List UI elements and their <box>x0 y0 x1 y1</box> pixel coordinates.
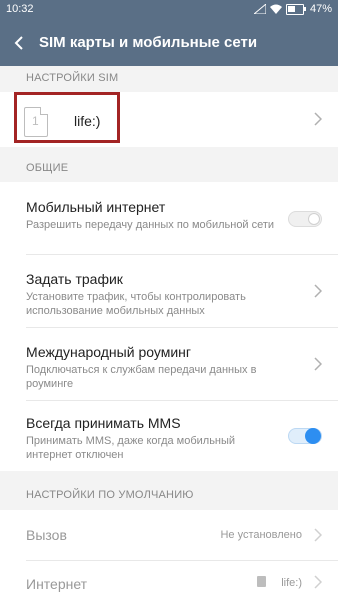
status-icons: 47% <box>253 3 332 15</box>
default-internet-title: Интернет <box>26 576 88 592</box>
mobile-internet-title: Мобильный интернет <box>26 199 166 215</box>
page-title: SIM карты и мобильные сети <box>39 34 258 51</box>
chevron-right-icon <box>314 112 323 126</box>
roaming-subtitle: Подключаться к службам передачи данных в… <box>26 364 257 390</box>
status-time: 10:32 <box>6 3 34 15</box>
mms-row[interactable]: Всегда принимать MMS Принимать MMS, даже… <box>0 401 338 471</box>
signal-icon <box>253 4 266 14</box>
highlight-box <box>14 92 120 143</box>
set-traffic-subtitle: Установите трафик, чтобы контролировать … <box>26 291 246 317</box>
chevron-right-icon <box>314 575 323 589</box>
default-calls-row[interactable]: Вызов Не установлено <box>0 510 338 560</box>
mobile-internet-toggle[interactable] <box>288 211 322 227</box>
default-internet-value: life:) <box>281 577 302 589</box>
set-traffic-row[interactable]: Задать трафик Установите трафик, чтобы к… <box>0 255 338 327</box>
battery-level <box>287 5 295 12</box>
section-header-sim: НАСТРОЙКИ SIM <box>26 72 119 84</box>
chevron-right-icon <box>314 357 323 371</box>
default-calls-value: Не установлено <box>220 529 302 541</box>
default-internet-row[interactable]: Интернет life:) <box>0 561 338 600</box>
chevron-right-icon <box>314 528 323 542</box>
section-header-defaults: НАСТРОЙКИ ПО УМОЛЧАНИЮ <box>26 489 194 501</box>
wifi-icon <box>269 4 282 14</box>
section-header-general: ОБЩИЕ <box>26 162 69 174</box>
chevron-left-icon[interactable] <box>10 32 30 54</box>
mms-title: Всегда принимать MMS <box>26 415 181 431</box>
roaming-title: Международный роуминг <box>26 344 191 360</box>
mobile-internet-subtitle: Разрешить передачу данных по мобильной с… <box>26 219 275 231</box>
chevron-right-icon <box>314 284 323 298</box>
sim-card-icon <box>257 576 266 587</box>
default-calls-title: Вызов <box>26 527 67 543</box>
set-traffic-title: Задать трафик <box>26 271 123 287</box>
mobile-internet-row[interactable]: Мобильный интернет Разрешить передачу да… <box>0 182 338 254</box>
battery-icon <box>285 3 306 15</box>
toggle-knob <box>308 213 320 225</box>
battery-percent: 47% <box>309 3 332 15</box>
status-bar: 10:32 47% <box>0 0 338 20</box>
roaming-row[interactable]: Международный роуминг Подключаться к слу… <box>0 328 338 400</box>
toggle-knob <box>305 428 321 444</box>
mms-toggle[interactable] <box>288 428 322 444</box>
mms-subtitle: Принимать MMS, даже когда мобильный инте… <box>26 435 236 461</box>
app-bar: SIM карты и мобильные сети <box>0 20 338 66</box>
